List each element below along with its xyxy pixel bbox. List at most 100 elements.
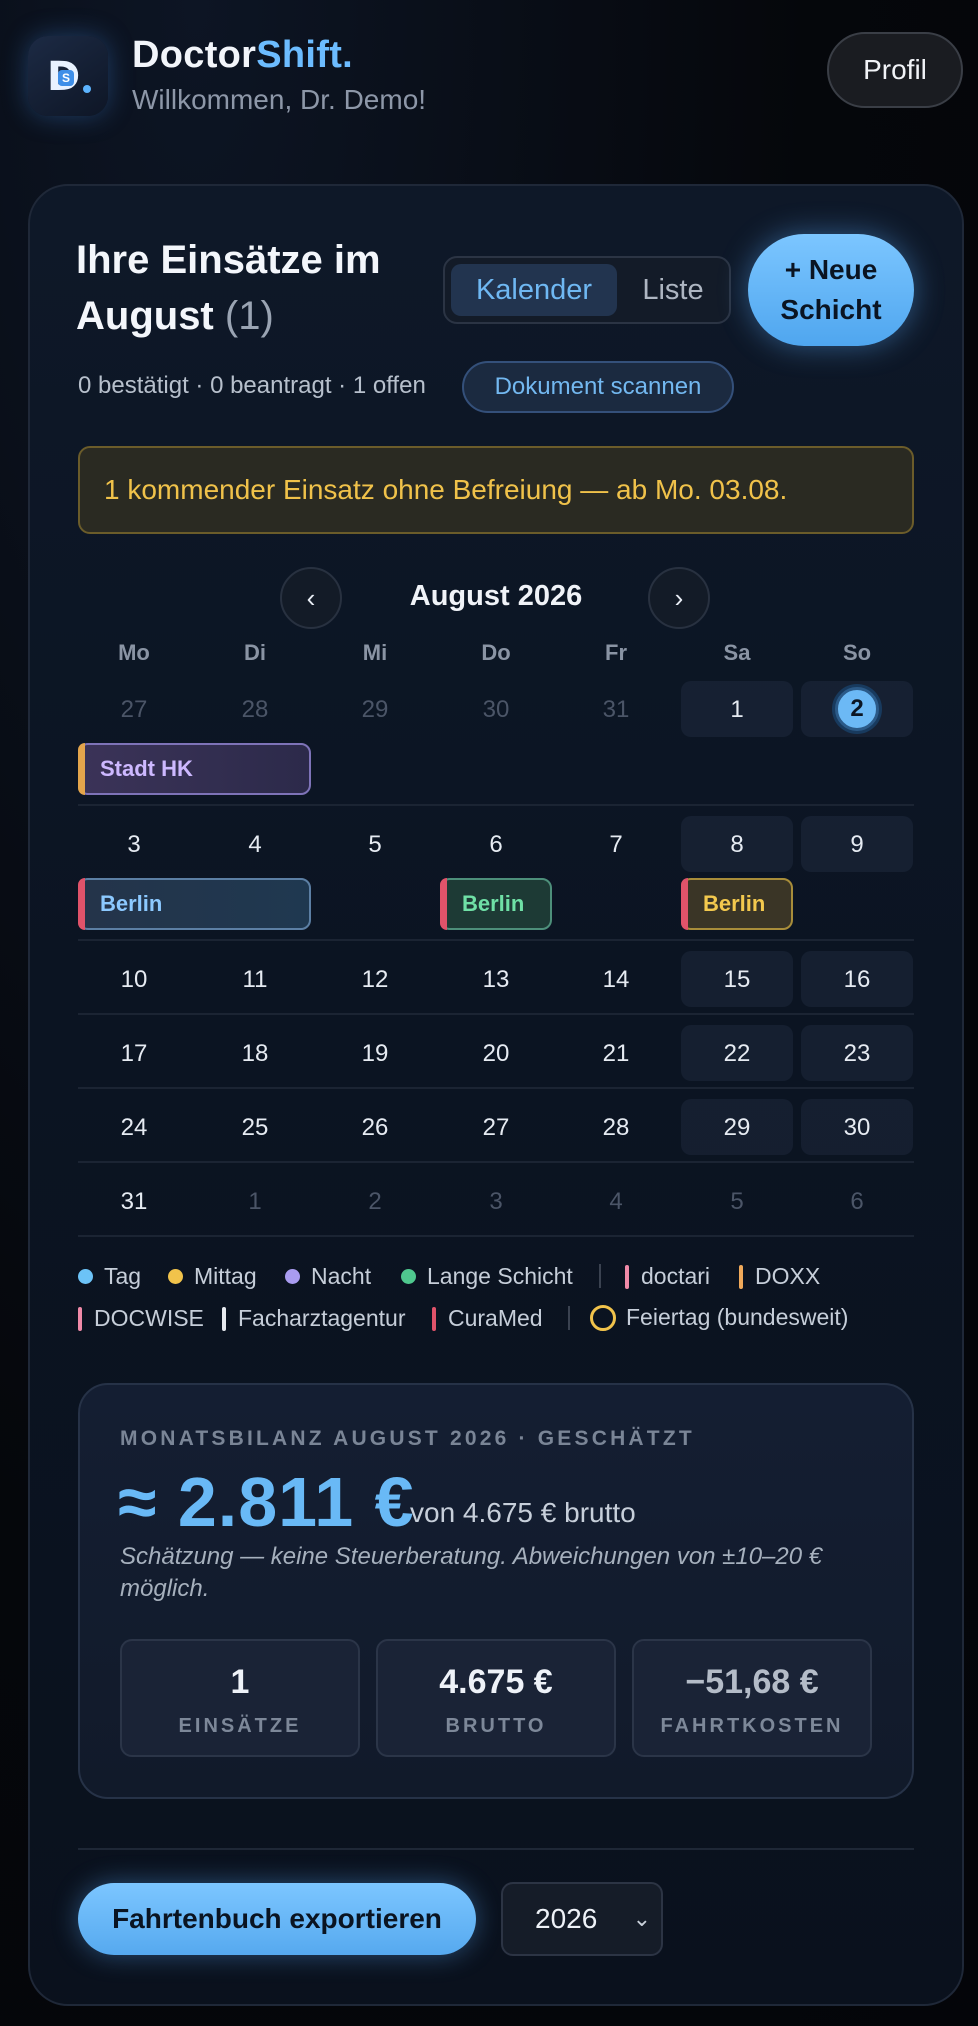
app-header: D S DoctorShift. Willkommen, Dr. Demo! P…	[0, 0, 978, 150]
shift-event-berlin[interactable]: Berlin	[78, 878, 311, 930]
stat-value: −51,68 €	[685, 1663, 819, 1701]
legend-separator	[599, 1264, 601, 1288]
calendar-day[interactable]: 29	[681, 1114, 793, 1142]
calendar-day[interactable]: 2	[319, 1188, 431, 1216]
calendar-day[interactable]: 4	[199, 831, 311, 859]
calendar-day[interactable]: 1	[199, 1188, 311, 1216]
calendar-day[interactable]: 29	[319, 696, 431, 724]
legend-item-doctari: doctari	[625, 1263, 710, 1290]
stat-brutto: 4.675 € BRUTTO	[376, 1639, 616, 1757]
week-divider	[78, 1161, 914, 1163]
calendar-day[interactable]: 22	[681, 1040, 793, 1068]
brand-name: DoctorShift.	[132, 34, 353, 77]
calendar-day[interactable]: 13	[440, 966, 552, 994]
week-divider	[78, 1013, 914, 1015]
calendar-day[interactable]: 30	[801, 1114, 913, 1142]
shift-event-berlin[interactable]: Berlin	[681, 878, 793, 930]
calendar-day[interactable]: 12	[319, 966, 431, 994]
calendar-day[interactable]: 3	[78, 831, 190, 859]
doctari-bar-icon	[625, 1264, 629, 1289]
tag-dot-icon	[78, 1269, 93, 1284]
calendar-day[interactable]: 18	[199, 1040, 311, 1068]
calendar-day[interactable]: 21	[560, 1040, 672, 1068]
calendar-day[interactable]: 14	[560, 966, 672, 994]
weekday-header: Di	[244, 640, 266, 665]
next-month-button[interactable]: ›	[648, 567, 710, 629]
export-logbook-button[interactable]: Fahrtenbuch exportieren	[78, 1883, 476, 1955]
tab-calendar[interactable]: Kalender	[451, 264, 617, 316]
shift-event-berlin[interactable]: Berlin	[440, 878, 552, 930]
legend-item-curamed: CuraMed	[432, 1305, 543, 1332]
curamed-bar-icon	[432, 1306, 436, 1331]
calendar-day[interactable]: 9	[801, 831, 913, 859]
shift-event-stadt-hk[interactable]: Stadt HK	[78, 743, 311, 795]
calendar-day[interactable]: 31	[560, 696, 672, 724]
balance-label: MONATSBILANZ AUGUST 2026 · GESCHÄTZT	[120, 1427, 695, 1450]
calendar-day[interactable]: 5	[319, 831, 431, 859]
status-summary: 0 bestätigt · 0 beantragt · 1 offen	[78, 372, 426, 399]
profile-button[interactable]: Profil	[827, 32, 963, 108]
legend-label: doctari	[641, 1263, 711, 1289]
calendar-day[interactable]: 3	[440, 1188, 552, 1216]
calendar-day[interactable]: 5	[681, 1188, 793, 1216]
weekday-header: Fr	[605, 640, 627, 665]
legend-item-tag: Tag	[78, 1263, 141, 1290]
calendar-day[interactable]: 26	[319, 1114, 431, 1142]
calendar-day[interactable]: 20	[440, 1040, 552, 1068]
calendar-day[interactable]: 27	[78, 696, 190, 724]
calendar-day[interactable]: 10	[78, 966, 190, 994]
stat-value: 1	[230, 1663, 250, 1701]
calendar-day[interactable]: 1	[681, 696, 793, 724]
year-select[interactable]: 2026 ⌄	[501, 1882, 663, 1956]
calendar-day[interactable]: 25	[199, 1114, 311, 1142]
calendar-day[interactable]: 28	[560, 1114, 672, 1142]
weekday-header: Do	[481, 640, 511, 665]
calendar-day[interactable]: 16	[801, 966, 913, 994]
app-logo[interactable]: D S	[28, 36, 108, 116]
stat-fahrtkosten: −51,68 € FAHRTKOSTEN	[632, 1639, 872, 1757]
calendar-day[interactable]: 6	[801, 1188, 913, 1216]
scan-document-button[interactable]: Dokument scannen	[462, 361, 734, 413]
weekday-header: Sa	[723, 640, 751, 665]
new-shift-button[interactable]: + Neue Schicht	[748, 234, 914, 346]
balance-disclaimer: Schätzung — keine Steuerberatung. Abweic…	[120, 1543, 823, 1602]
calendar-day[interactable]: 28	[199, 696, 311, 724]
tab-list[interactable]: Liste	[621, 264, 725, 316]
calendar-day[interactable]: 24	[78, 1114, 190, 1142]
calendar-day[interactable]: 4	[560, 1188, 672, 1216]
week-divider	[78, 804, 914, 806]
calendar-day[interactable]: 8	[681, 831, 793, 859]
calendar-day[interactable]: 19	[319, 1040, 431, 1068]
chevron-left-icon: ‹	[306, 582, 316, 613]
chevron-down-icon: ⌄	[632, 1906, 651, 1931]
logo-dot	[83, 85, 91, 93]
chevron-right-icon: ›	[674, 582, 684, 613]
calendar-day[interactable]: 15	[681, 966, 793, 994]
calendar-day[interactable]: 27	[440, 1114, 552, 1142]
calendar-day[interactable]: 17	[78, 1040, 190, 1068]
calendar-day[interactable]: 6	[440, 831, 552, 859]
facharztagentur-bar-icon	[222, 1306, 226, 1331]
calendar-day[interactable]: 7	[560, 831, 672, 859]
legend-label: Mittag	[194, 1263, 257, 1289]
calendar-day[interactable]: 30	[440, 696, 552, 724]
lange-schicht-dot-icon	[401, 1269, 416, 1284]
calendar-day[interactable]: 23	[801, 1040, 913, 1068]
stat-einsaetze: 1 EINSÄTZE	[120, 1639, 360, 1757]
legend-label: Lange Schicht	[427, 1263, 573, 1289]
calendar-day-today[interactable]: 2	[835, 687, 879, 731]
prev-month-button[interactable]: ‹	[280, 567, 342, 629]
legend-item-docwise: DOCWISE	[78, 1305, 204, 1332]
calendar-day[interactable]: 31	[78, 1188, 190, 1216]
legend-label: CuraMed	[448, 1305, 543, 1331]
holiday-ring-icon	[590, 1304, 616, 1331]
calendar-day[interactable]: 11	[199, 966, 311, 994]
legend-label: Nacht	[311, 1263, 372, 1289]
week-divider	[78, 1087, 914, 1089]
year-value: 2026	[535, 1903, 598, 1934]
exemption-alert: 1 kommender Einsatz ohne Befreiung — ab …	[78, 446, 914, 534]
legend-label: DOXX	[755, 1263, 821, 1289]
legend-label: Facharztagentur	[238, 1305, 406, 1331]
legend-item-facharztagentur: Facharztagentur	[222, 1305, 405, 1332]
legend-item-mittag: Mittag	[168, 1263, 257, 1290]
